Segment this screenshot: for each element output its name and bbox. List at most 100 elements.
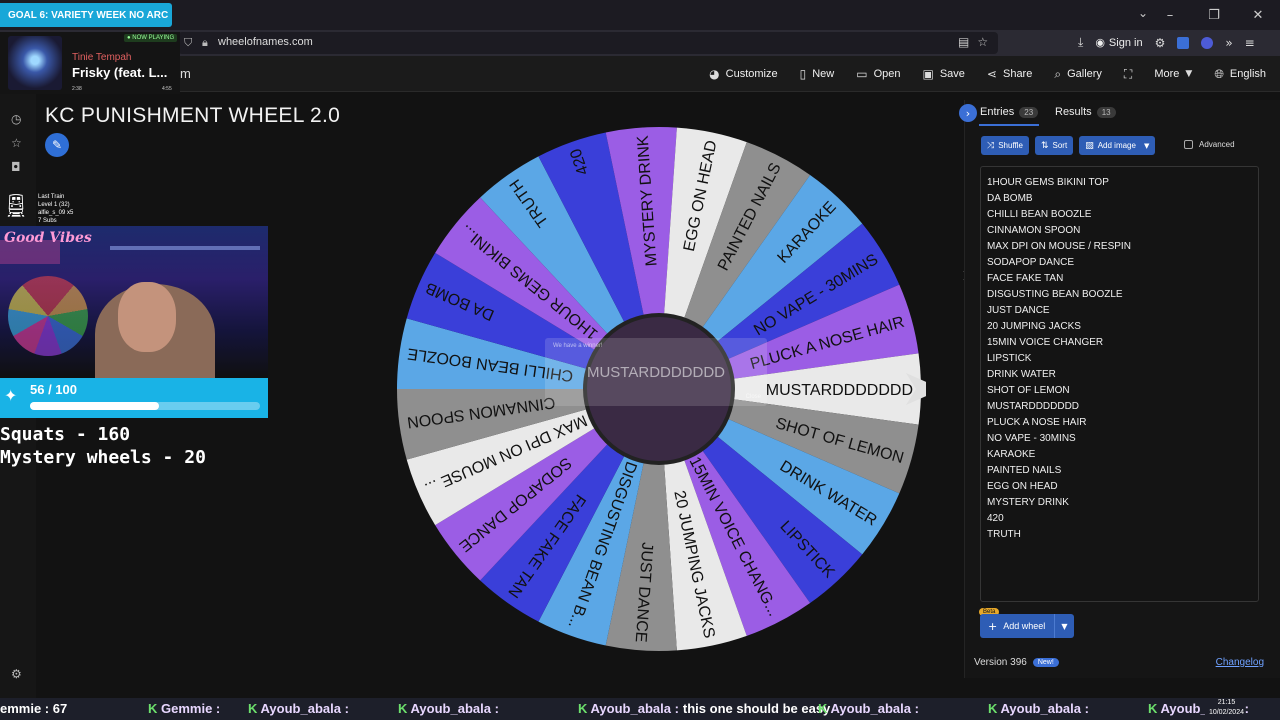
site-name[interactable]: m bbox=[180, 66, 191, 81]
entry-line[interactable]: DA BOMB bbox=[987, 191, 1252, 207]
tab-results[interactable]: Results 13 bbox=[1055, 106, 1116, 118]
advanced-checkbox[interactable]: Advanced bbox=[1184, 140, 1235, 149]
file-icon: ▯ bbox=[799, 67, 807, 81]
history-icon[interactable]: ◷ bbox=[11, 112, 21, 126]
extension-circle-icon[interactable] bbox=[1201, 36, 1214, 49]
entry-line[interactable]: KARAOKE bbox=[987, 447, 1252, 463]
active-tab-indicator bbox=[979, 124, 1039, 126]
new-button[interactable]: ▯ New bbox=[800, 67, 835, 81]
track-name: Frisky (feat. L... bbox=[72, 65, 168, 80]
add-wheel-dropdown-icon[interactable]: ▼ bbox=[1054, 614, 1074, 638]
chat-message: K Ayoub_abala : bbox=[988, 701, 1093, 716]
restore-icon[interactable]: ❐ bbox=[1192, 0, 1236, 30]
winner-text: MUSTARDDDDDDD bbox=[586, 364, 726, 381]
url-text[interactable]: wheelofnames.com bbox=[218, 36, 313, 48]
app-menu-icon[interactable]: ≡ bbox=[1245, 36, 1255, 50]
time-elapsed: 2:38 bbox=[72, 86, 82, 92]
add-wheel-button[interactable]: + Add wheel ▼ bbox=[980, 614, 1074, 638]
shuffle-button[interactable]: ⤨ Shuffle bbox=[981, 136, 1029, 155]
entry-line[interactable]: DRINK WATER bbox=[987, 367, 1252, 383]
overflow-chevron-icon[interactable]: » bbox=[1225, 36, 1232, 50]
entry-line[interactable]: MUSTARDDDDDDD bbox=[987, 399, 1252, 415]
spark-icon: ✦ bbox=[4, 386, 18, 405]
edit-title-button[interactable]: ✎ bbox=[45, 133, 69, 157]
tab-list-chevron-icon[interactable]: ⌄ bbox=[1138, 6, 1148, 20]
artist-name: Tinie Tempah bbox=[72, 52, 132, 63]
time-total: 4:55 bbox=[162, 86, 172, 92]
wheel-segment-label: MUSTARDDDDDDD bbox=[766, 382, 913, 399]
entry-line[interactable]: CINNAMON SPOON bbox=[987, 223, 1252, 239]
language-button[interactable]: 🌐︎ English bbox=[1214, 67, 1266, 82]
entry-line[interactable]: MAX DPI ON MOUSE / RESPIN bbox=[987, 239, 1252, 255]
tab-entries[interactable]: Entries 23 bbox=[980, 106, 1039, 118]
sub-goal-widget: ✦ 56 / 100 bbox=[0, 378, 268, 418]
browser-tab-strip: ⌄ – ❐ ✕ bbox=[0, 0, 1280, 30]
results-count-badge: 13 bbox=[1096, 106, 1116, 118]
entry-line[interactable]: SHOT OF LEMON bbox=[987, 383, 1252, 399]
system-clock[interactable]: 21:15 10/02/2024 bbox=[1204, 698, 1244, 718]
led-strip bbox=[110, 246, 260, 250]
shield-icon[interactable]: ⛉ bbox=[184, 36, 192, 50]
train-line-1: Last Train bbox=[38, 194, 65, 200]
entry-line[interactable]: MYSTERY DRINK bbox=[987, 495, 1252, 511]
share-icon: ⋖ bbox=[986, 67, 997, 81]
extensions-icon[interactable]: ⚙ bbox=[1155, 36, 1166, 50]
customize-button[interactable]: ◕ Customize bbox=[709, 67, 777, 81]
entries-panel: › Entries 23 Results 13 ⤨ Shuffle ⇅ Sort ▨ Ad… bbox=[959, 100, 1280, 678]
collapse-panel-button[interactable]: › bbox=[959, 104, 977, 122]
bookmark-star-icon[interactable]: ☆ bbox=[977, 35, 988, 49]
entry-line[interactable]: 420 bbox=[987, 511, 1252, 527]
checkbox-icon[interactable] bbox=[1184, 140, 1193, 149]
entry-line[interactable]: JUST DANCE bbox=[987, 303, 1252, 319]
reader-view-icon[interactable]: ▤ bbox=[958, 35, 969, 49]
extension-blue-icon[interactable] bbox=[1177, 36, 1190, 49]
changelog-link[interactable]: Changelog bbox=[1216, 657, 1264, 668]
entries-count-badge: 23 bbox=[1019, 106, 1039, 118]
fullscreen-button[interactable]: ⛶ bbox=[1124, 67, 1132, 82]
now-playing-widget: ● NOW PLAYING Tinie Tempah Frisky (feat.… bbox=[0, 32, 180, 94]
wheel-title[interactable]: KC PUNISHMENT WHEEL 2.0 bbox=[45, 104, 340, 128]
open-label: Open bbox=[873, 68, 901, 80]
save-button[interactable]: ▣ Save bbox=[923, 67, 965, 81]
address-bar[interactable]: ⛉ 🔒︎ wheelofnames.com ▤ ☆ bbox=[178, 32, 998, 54]
entry-line[interactable]: 1HOUR GEMS BIKINI TOP bbox=[987, 175, 1252, 191]
entry-line[interactable]: EGG ON HEAD bbox=[987, 479, 1252, 495]
entry-line[interactable]: SODAPOP DANCE bbox=[987, 255, 1252, 271]
entry-line[interactable]: NO VAPE - 30MINS bbox=[987, 431, 1252, 447]
entry-line[interactable]: LIPSTICK bbox=[987, 351, 1252, 367]
chat-emote-icon: K bbox=[248, 701, 261, 716]
entry-line[interactable]: PAINTED NAILS bbox=[987, 463, 1252, 479]
entry-line[interactable]: CHILLI BEAN BOOZLE bbox=[987, 207, 1252, 223]
minimize-icon[interactable]: – bbox=[1148, 0, 1192, 30]
share-button[interactable]: ⋖ Share bbox=[987, 67, 1032, 81]
more-label: More bbox=[1154, 68, 1180, 80]
sign-in-label: Sign in bbox=[1108, 36, 1143, 49]
album-art bbox=[8, 36, 62, 90]
entry-line[interactable]: FACE FAKE TAN bbox=[987, 271, 1252, 287]
sort-button[interactable]: ⇅ Sort bbox=[1034, 136, 1074, 155]
entry-line[interactable]: DISGUSTING BEAN BOOZLE bbox=[987, 287, 1252, 303]
chat-message: K Gemmie : bbox=[148, 701, 224, 716]
chat-emote-icon: K bbox=[818, 701, 831, 716]
chat-text: this one should be easy bbox=[682, 701, 831, 716]
more-menu-button[interactable]: More ▼ bbox=[1154, 68, 1192, 80]
entry-line[interactable]: 15MIN VOICE CHANGER bbox=[987, 335, 1252, 351]
close-dialog-button[interactable]: Close bbox=[746, 394, 761, 400]
close-window-icon[interactable]: ✕ bbox=[1236, 0, 1280, 30]
entry-line[interactable]: PLUCK A NOSE HAIR bbox=[987, 415, 1252, 431]
lock-icon[interactable]: 🔒︎ bbox=[202, 36, 208, 50]
shuffle-label: Shuffle bbox=[998, 141, 1023, 150]
clock-time: 21:15 bbox=[1217, 699, 1236, 706]
add-image-button[interactable]: ▨ Add image ▼ bbox=[1079, 136, 1156, 155]
gallery-button[interactable]: ⌕ Gallery bbox=[1054, 67, 1102, 82]
entry-line[interactable]: TRUTH bbox=[987, 527, 1252, 543]
open-button[interactable]: ▭ Open bbox=[856, 67, 900, 81]
pocket-icon[interactable]: ◘ bbox=[11, 160, 21, 174]
download-icon[interactable]: ⤓ bbox=[1078, 35, 1083, 50]
settings-gear-icon[interactable]: ⚙ bbox=[11, 667, 22, 681]
entry-line[interactable]: 20 JUMPING JACKS bbox=[987, 319, 1252, 335]
entries-textarea[interactable]: 1HOUR GEMS BIKINI TOP DA BOMB CHILLI BEAN … bbox=[980, 166, 1259, 602]
sign-in-button[interactable]: ◉ Sign in bbox=[1095, 36, 1142, 49]
chat-username: Gemmie : bbox=[161, 701, 221, 716]
favorites-star-icon[interactable]: ☆ bbox=[11, 136, 22, 150]
